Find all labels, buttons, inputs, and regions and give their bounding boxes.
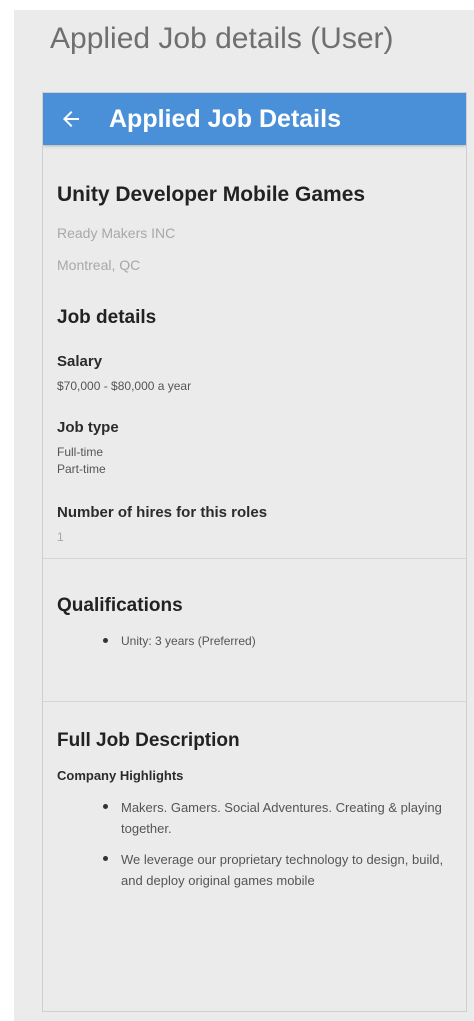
qualifications-section: Qualifications Unity: 3 years (Preferred… bbox=[43, 558, 466, 701]
job-type-label: Job type bbox=[57, 419, 119, 436]
job-title: Unity Developer Mobile Games bbox=[57, 183, 366, 206]
hires-value: 1 bbox=[57, 530, 64, 544]
app-bar: Applied Job Details bbox=[43, 93, 466, 145]
description-heading: Full Job Description bbox=[57, 730, 240, 751]
salary-value: $70,000 - $80,000 a year bbox=[57, 379, 192, 393]
job-type-value: Full-time bbox=[57, 445, 104, 459]
job-type-value: Part-time bbox=[57, 462, 106, 476]
job-location: Montreal, QC bbox=[57, 257, 141, 273]
salary-field: Salary $70,000 - $80,000 a year bbox=[57, 353, 452, 395]
phone-screen: Applied Job Details Unity Developer Mobi… bbox=[42, 92, 467, 1012]
job-type-values: Full-time Part-time bbox=[57, 444, 452, 478]
job-details-heading: Job details bbox=[57, 307, 157, 328]
company-name: Ready Makers INC bbox=[57, 225, 176, 241]
app-bar-title: Applied Job Details bbox=[109, 104, 341, 133]
qualifications-list: Unity: 3 years (Preferred) bbox=[57, 631, 452, 701]
salary-label: Salary bbox=[57, 353, 103, 370]
highlights-list: Makers. Gamers. Social Adventures. Creat… bbox=[57, 797, 452, 891]
hires-field: Number of hires for this roles 1 bbox=[57, 504, 452, 546]
hires-label: Number of hires for this roles bbox=[57, 504, 268, 521]
qualification-item: Unity: 3 years (Preferred) bbox=[57, 631, 452, 651]
job-type-field: Job type Full-time Part-time bbox=[57, 419, 452, 478]
arrow-left-icon[interactable] bbox=[59, 107, 83, 131]
highlight-item: We leverage our proprietary technology t… bbox=[57, 849, 452, 891]
job-summary-section: Unity Developer Mobile Games Ready Maker… bbox=[43, 183, 466, 558]
qualifications-heading: Qualifications bbox=[57, 595, 183, 616]
description-section: Full Job Description Company Highlights … bbox=[43, 701, 466, 891]
highlight-item: Makers. Gamers. Social Adventures. Creat… bbox=[57, 797, 452, 839]
page-caption: Applied Job details (User) bbox=[50, 22, 394, 55]
company-highlights-label: Company Highlights bbox=[57, 768, 184, 783]
